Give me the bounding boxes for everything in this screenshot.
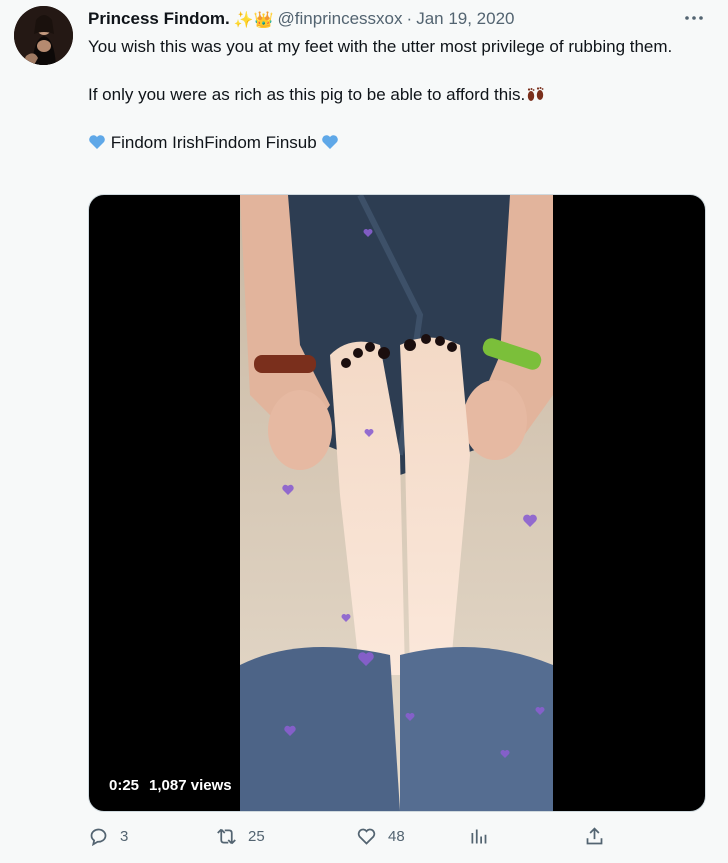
avatar[interactable] <box>14 6 73 65</box>
tweet-tags: Findom IrishFindom Finsub <box>110 133 317 152</box>
video-frame <box>240 195 553 811</box>
reply-button[interactable]: 3 <box>88 826 128 847</box>
author-handle[interactable]: @finprincessxox <box>278 9 403 29</box>
tweet-line-1: You wish this was you at my feet with th… <box>88 37 673 56</box>
tweet-tags-line: Findom IrishFindom Finsub <box>88 131 698 155</box>
more-options-icon[interactable] <box>682 8 706 28</box>
footprints-icon <box>525 85 547 103</box>
video-player[interactable]: 0:25 1,087 views <box>88 194 706 812</box>
tweet-text: You wish this was you at my feet with th… <box>88 35 698 155</box>
tweet[interactable]: Princess Findom. ✨👑 @finprincessxox · Ja… <box>0 0 728 863</box>
tweet-line-2: If only you were as rich as this pig to … <box>88 83 698 107</box>
share-button[interactable] <box>584 826 605 847</box>
tweet-actions-bar: 3 25 48 <box>88 826 618 852</box>
author-emojis: ✨👑 <box>233 9 274 29</box>
like-button[interactable]: 48 <box>356 826 405 847</box>
blue-heart-icon <box>321 133 339 149</box>
retweet-button[interactable]: 25 <box>216 826 265 847</box>
video-duration: 0:25 <box>109 777 140 794</box>
video-meta-badge: 0:25 1,087 views <box>103 774 238 797</box>
reply-icon <box>88 826 109 847</box>
retweet-count: 25 <box>248 828 265 845</box>
analytics-icon <box>468 826 489 847</box>
retweet-icon <box>216 826 237 847</box>
share-icon <box>584 826 605 847</box>
reply-count: 3 <box>120 828 129 845</box>
tweet-date[interactable]: Jan 19, 2020 <box>416 9 514 29</box>
author-name[interactable]: Princess Findom. <box>88 9 230 29</box>
heart-icon <box>356 826 377 847</box>
separator: · <box>406 9 413 28</box>
like-count: 48 <box>388 828 405 845</box>
tweet-header: Princess Findom. ✨👑 @finprincessxox · Ja… <box>88 9 688 29</box>
tweet-line-2-text: If only you were as rich as this pig to … <box>88 85 526 104</box>
analytics-button[interactable] <box>468 826 489 847</box>
video-views: 1,087 views <box>149 777 232 794</box>
blue-heart-icon <box>88 133 106 149</box>
